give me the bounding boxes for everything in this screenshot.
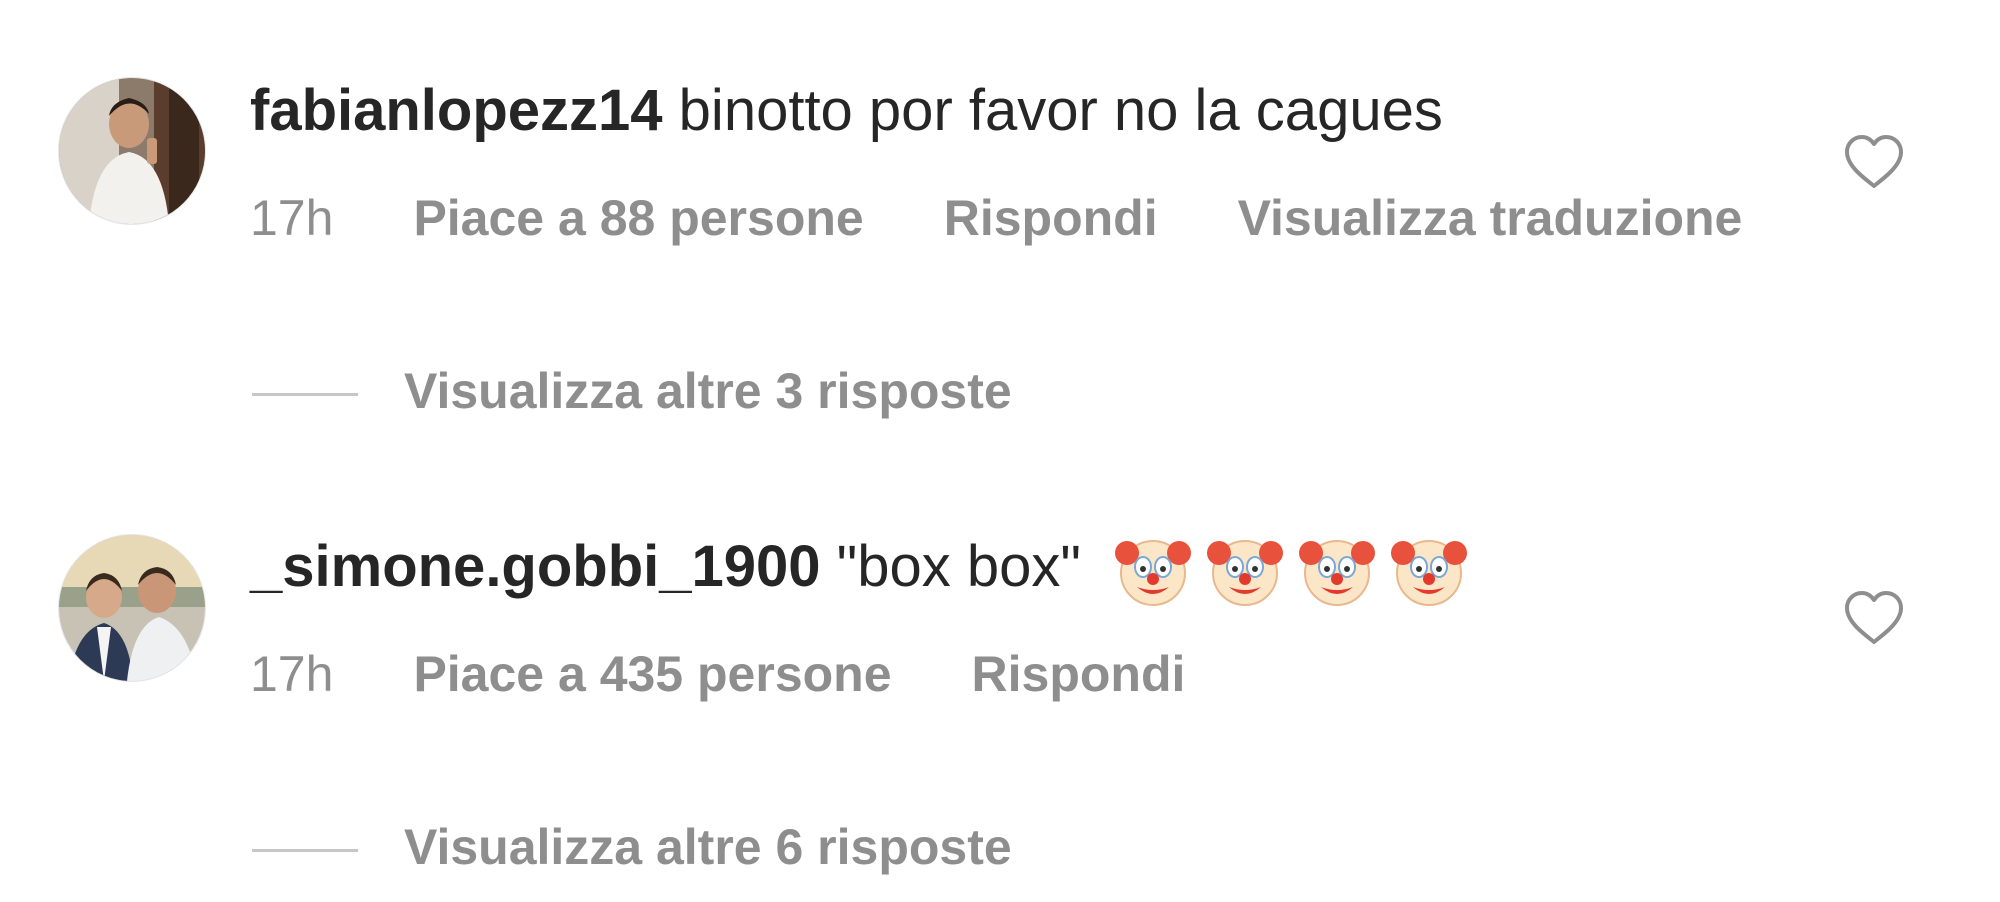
emoji-group (1115, 532, 1483, 609)
comment-text-line: fabianlopezz14 binotto por favor no la c… (250, 76, 1443, 146)
clown-face-icon (1299, 540, 1376, 606)
comment-meta: 17h Piace a 88 persone Rispondi Visualizza … (250, 188, 1742, 248)
clown-face-icon (1391, 540, 1468, 606)
view-translation-button[interactable]: Visualizza traduzione (1238, 190, 1743, 246)
comment-body: binotto por favor no la cagues (678, 78, 1443, 143)
clown-face-icon (1207, 540, 1284, 606)
view-replies-button[interactable]: Visualizza altre 3 risposte (252, 361, 1012, 421)
heart-outline-icon[interactable] (1843, 134, 1905, 190)
replies-divider (252, 849, 358, 853)
replies-divider (252, 393, 358, 397)
comment-timestamp: 17h (250, 646, 334, 702)
user-avatar[interactable] (58, 534, 206, 682)
view-replies-button[interactable]: Visualizza altre 6 risposte (252, 817, 1012, 877)
comment-text-line: _simone.gobbi_1900 "box box" (250, 532, 1483, 609)
likes-count-link[interactable]: Piace a 88 persone (413, 190, 863, 246)
comment-body: "box box" (836, 534, 1081, 599)
heart-outline-icon[interactable] (1843, 590, 1905, 646)
clown-face-icon (1115, 540, 1192, 606)
comment-username[interactable]: fabianlopezz14 (250, 78, 663, 143)
view-replies-label: Visualizza altre 3 risposte (404, 363, 1012, 419)
comment-meta: 17h Piace a 435 persone Rispondi (250, 644, 1185, 704)
reply-button[interactable]: Rispondi (972, 646, 1186, 702)
reply-button[interactable]: Rispondi (944, 190, 1158, 246)
comment-timestamp: 17h (250, 190, 334, 246)
user-avatar[interactable] (58, 77, 206, 225)
comment-username[interactable]: _simone.gobbi_1900 (250, 534, 821, 599)
likes-count-link[interactable]: Piace a 435 persone (413, 646, 891, 702)
view-replies-label: Visualizza altre 6 risposte (404, 819, 1012, 875)
